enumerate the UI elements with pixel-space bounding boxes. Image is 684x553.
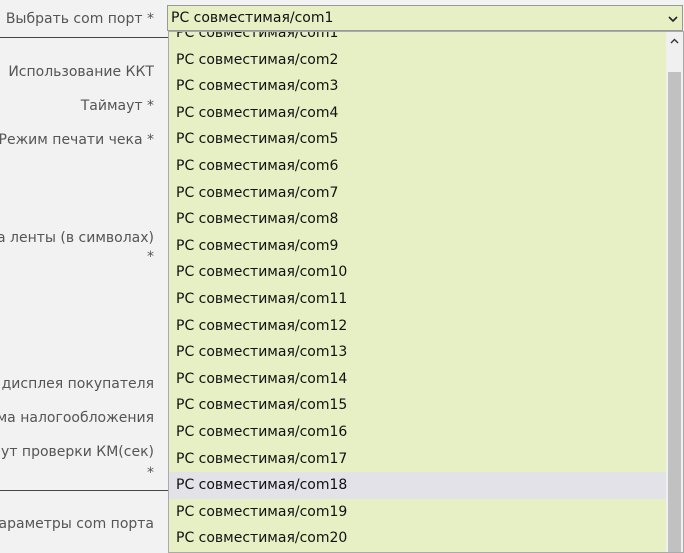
label-kkt-usage: Использование ККТ bbox=[8, 64, 154, 80]
dropdown-option[interactable]: PC совместимая/com1 bbox=[169, 32, 667, 47]
dropdown-option[interactable]: PC совместимая/com17 bbox=[169, 446, 667, 473]
scroll-thumb[interactable] bbox=[668, 72, 681, 552]
port-select-value: PC совместимая/com1 bbox=[171, 10, 334, 26]
dropdown-option[interactable]: PC совместимая/com10 bbox=[169, 259, 667, 286]
dropdown-option[interactable]: PC совместимая/com4 bbox=[169, 100, 667, 127]
label-print-mode: Режим печати чека * bbox=[0, 132, 154, 148]
label-customer-display: дисплея покупателя bbox=[1, 376, 154, 392]
dropdown-option[interactable]: PC совместимая/com3 bbox=[169, 73, 667, 100]
label-tape-width: а ленты (в символах) bbox=[0, 230, 154, 246]
option-list: PC совместимая/com1 PC совместимая/com2 PC… bbox=[169, 32, 667, 552]
dropdown-scrollbar[interactable] bbox=[666, 32, 683, 552]
dropdown-option[interactable]: PC совместимая/com9 bbox=[169, 233, 667, 260]
dropdown-option[interactable]: PC совместимая/com11 bbox=[169, 286, 667, 313]
label-tape-width-required: * bbox=[147, 249, 154, 265]
dropdown-option[interactable]: PC совместимая/com16 bbox=[169, 419, 667, 446]
dropdown-option[interactable]: PC совместимая/com2 bbox=[169, 47, 667, 74]
form-labels: Выбрать com порт * Использование ККТ Тай… bbox=[0, 0, 168, 553]
chevron-down-icon[interactable] bbox=[668, 6, 678, 30]
dropdown-option[interactable]: PC совместимая/com7 bbox=[169, 180, 667, 207]
port-dropdown-list[interactable]: PC совместимая/com1 PC совместимая/com2 PC… bbox=[168, 31, 684, 553]
dropdown-option[interactable]: PC совместимая/com6 bbox=[169, 153, 667, 180]
scroll-up-icon[interactable] bbox=[666, 32, 683, 52]
dropdown-option[interactable]: PC совместимая/com14 bbox=[169, 366, 667, 393]
dropdown-option[interactable]: PC совместимая/com13 bbox=[169, 339, 667, 366]
label-port-params: Параметры com порта bbox=[0, 516, 154, 532]
dropdown-option[interactable]: PC совместимая/com5 bbox=[169, 126, 667, 153]
dropdown-option[interactable]: PC совместимая/com15 bbox=[169, 392, 667, 419]
dropdown-option[interactable]: PC совместимая/com8 bbox=[169, 206, 667, 233]
dropdown-option[interactable]: PC совместимая/com20 bbox=[169, 525, 667, 552]
divider-top bbox=[0, 37, 168, 38]
dropdown-option[interactable]: PC совместимая/com19 bbox=[169, 499, 667, 526]
label-km-timeout-required: * bbox=[147, 465, 154, 481]
label-km-timeout: аут проверки КМ(сек) bbox=[0, 444, 154, 460]
settings-page: Выбрать com порт * Использование ККТ Тай… bbox=[0, 0, 684, 553]
label-tax-system: ма налогообложения bbox=[0, 410, 154, 426]
divider-bottom bbox=[0, 490, 168, 491]
dropdown-option[interactable]: PC совместимая/com12 bbox=[169, 313, 667, 340]
dropdown-option[interactable]: PC совместимая/com18 bbox=[169, 472, 667, 499]
port-select[interactable]: PC совместимая/com1 bbox=[167, 5, 683, 31]
label-port: Выбрать com порт * bbox=[5, 11, 154, 27]
label-timeout: Таймаут * bbox=[80, 98, 154, 114]
